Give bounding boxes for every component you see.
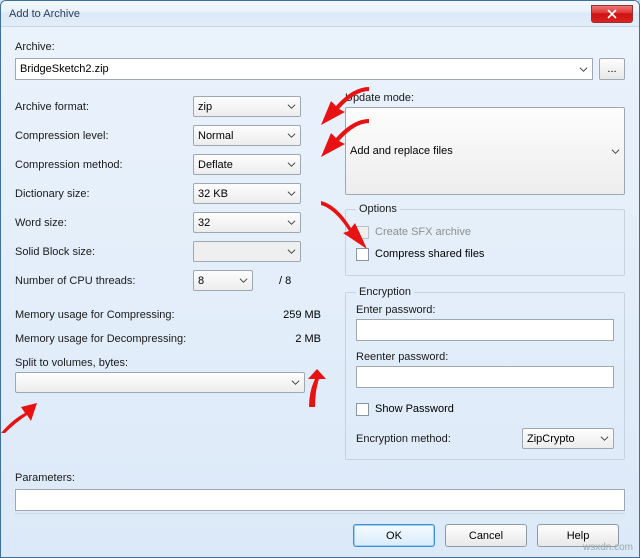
chevron-down-icon [287,131,296,140]
ok-label: OK [386,530,402,542]
update-mode-combo[interactable]: Add and replace files [345,107,625,195]
compression-method-value: Deflate [198,159,233,171]
options-legend: Options [356,203,400,215]
chevron-down-icon [579,65,588,74]
parameters-input[interactable] [15,489,625,511]
solid-block-combo[interactable] [193,241,301,262]
cpu-threads-label: Number of CPU threads: [15,275,193,287]
browse-label: ... [607,63,616,75]
reenter-password-input[interactable] [356,366,614,388]
close-icon [607,9,617,19]
update-mode-value: Add and replace files [350,145,453,157]
chevron-down-icon [600,434,609,443]
archive-combobox[interactable]: BridgeSketch2.zip [15,58,593,80]
checkbox-icon [356,226,369,239]
compress-shared-label: Compress shared files [375,248,484,260]
compression-method-combo[interactable]: Deflate [193,154,301,175]
cancel-button[interactable]: Cancel [445,524,527,547]
split-label: Split to volumes, bytes: [15,357,327,369]
window-title: Add to Archive [9,8,80,20]
show-password-label: Show Password [375,403,454,415]
encryption-legend: Encryption [356,286,414,298]
encryption-method-combo[interactable]: ZipCrypto [522,428,614,449]
create-sfx-checkbox: Create SFX archive [356,221,614,243]
word-size-label: Word size: [15,217,193,229]
parameters-label: Parameters: [15,472,625,484]
enter-password-input[interactable] [356,319,614,341]
mem-compress-value: 259 MB [283,309,321,321]
checkbox-icon[interactable] [356,248,369,261]
reenter-password-label: Reenter password: [356,351,614,363]
watermark: wsxdn.com [583,542,633,553]
chevron-down-icon [287,160,296,169]
word-size-combo[interactable]: 32 [193,212,301,233]
checkbox-icon[interactable] [356,403,369,416]
chevron-down-icon [287,102,296,111]
compress-shared-checkbox[interactable]: Compress shared files [356,243,614,265]
archive-format-combo[interactable]: zip [193,96,301,117]
dictionary-size-combo[interactable]: 32 KB [193,183,301,204]
encryption-method-label: Encryption method: [356,433,451,445]
mem-decompress-value: 2 MB [295,333,321,345]
encryption-group: Encryption Enter password: Reenter passw… [345,286,625,460]
encryption-method-value: ZipCrypto [527,433,575,445]
archive-value: BridgeSketch2.zip [20,63,109,75]
compression-level-combo[interactable]: Normal [193,125,301,146]
show-password-checkbox[interactable]: Show Password [356,398,614,420]
options-group: Options Create SFX archive Compress shar… [345,203,625,276]
chevron-down-icon [239,276,248,285]
mem-decompress-label: Memory usage for Decompressing: [15,333,186,345]
archive-format-label: Archive format: [15,101,193,113]
ok-button[interactable]: OK [353,524,435,547]
compression-method-label: Compression method: [15,159,193,171]
titlebar: Add to Archive [1,1,639,27]
chevron-down-icon [287,218,296,227]
left-panel: Archive format: zip Compression level: N… [15,92,327,460]
chevron-down-icon [291,378,300,387]
dictionary-size-value: 32 KB [198,188,228,200]
chevron-down-icon [287,247,296,256]
split-combo[interactable] [15,372,305,393]
update-mode-label: Update mode: [345,92,625,104]
cpu-threads-value: 8 [198,275,204,287]
help-label: Help [567,530,590,542]
close-button[interactable] [591,5,633,23]
cpu-threads-max: / 8 [279,275,291,287]
cpu-threads-combo[interactable]: 8 [193,270,253,291]
word-size-value: 32 [198,217,210,229]
chevron-down-icon [287,189,296,198]
chevron-down-icon [611,147,620,156]
mem-compress-label: Memory usage for Compressing: [15,309,175,321]
dialog-body: Archive: BridgeSketch2.zip ... Archive f… [1,27,639,557]
browse-button[interactable]: ... [599,58,625,80]
compression-level-label: Compression level: [15,130,193,142]
right-panel: Update mode: Add and replace files Optio… [345,92,625,460]
dictionary-size-label: Dictionary size: [15,188,193,200]
dialog-window: Add to Archive Archive: BridgeSketch2.zi… [0,0,640,558]
button-bar: OK Cancel Help [15,513,625,547]
compression-level-value: Normal [198,130,233,142]
create-sfx-label: Create SFX archive [375,226,471,238]
cancel-label: Cancel [469,530,503,542]
archive-format-value: zip [198,101,212,113]
archive-label: Archive: [15,41,625,53]
solid-block-label: Solid Block size: [15,246,193,258]
enter-password-label: Enter password: [356,304,614,316]
